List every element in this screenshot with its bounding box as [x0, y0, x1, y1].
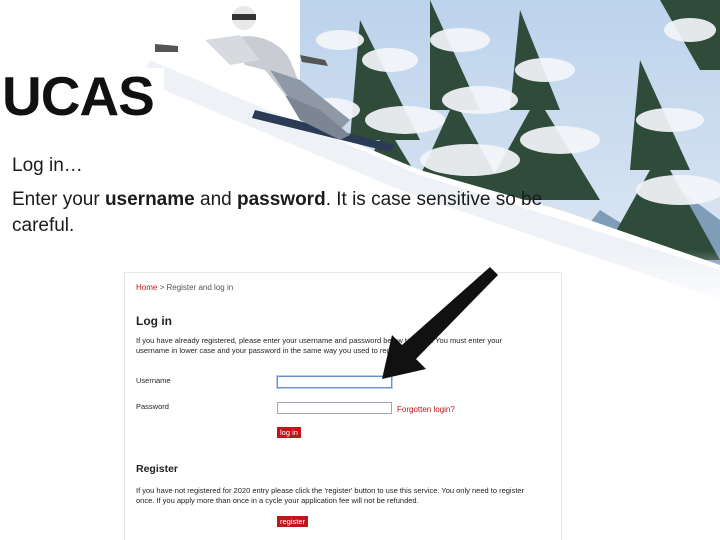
username-input[interactable]	[277, 376, 392, 388]
breadcrumb: Home > Register and log in	[136, 283, 233, 292]
ucas-logo: UCAS	[2, 65, 155, 127]
pointer-arrow-icon	[382, 267, 498, 379]
register-instructions: If you have not registered for 2020 entr…	[136, 486, 525, 505]
breadcrumb-current: Register and log in	[166, 283, 234, 292]
instruction-part2: and	[194, 189, 237, 210]
slide-title: Log in…	[12, 155, 83, 176]
slide-instructions: Enter your username and password. It is …	[12, 187, 572, 239]
register-button[interactable]: register	[277, 516, 309, 527]
login-button[interactable]: log in	[277, 427, 301, 438]
register-heading: Register	[136, 463, 179, 475]
instruction-part1: Enter your	[12, 189, 105, 210]
username-label: Username	[136, 376, 171, 385]
password-label: Password	[136, 402, 169, 411]
forgotten-login-link[interactable]: Forgotten login?	[397, 405, 455, 414]
breadcrumb-home-link[interactable]: Home	[136, 283, 157, 292]
password-emphasis: password	[236, 189, 326, 210]
username-emphasis: username	[104, 189, 195, 210]
password-input[interactable]	[277, 402, 392, 414]
login-heading: Log in	[136, 314, 172, 328]
